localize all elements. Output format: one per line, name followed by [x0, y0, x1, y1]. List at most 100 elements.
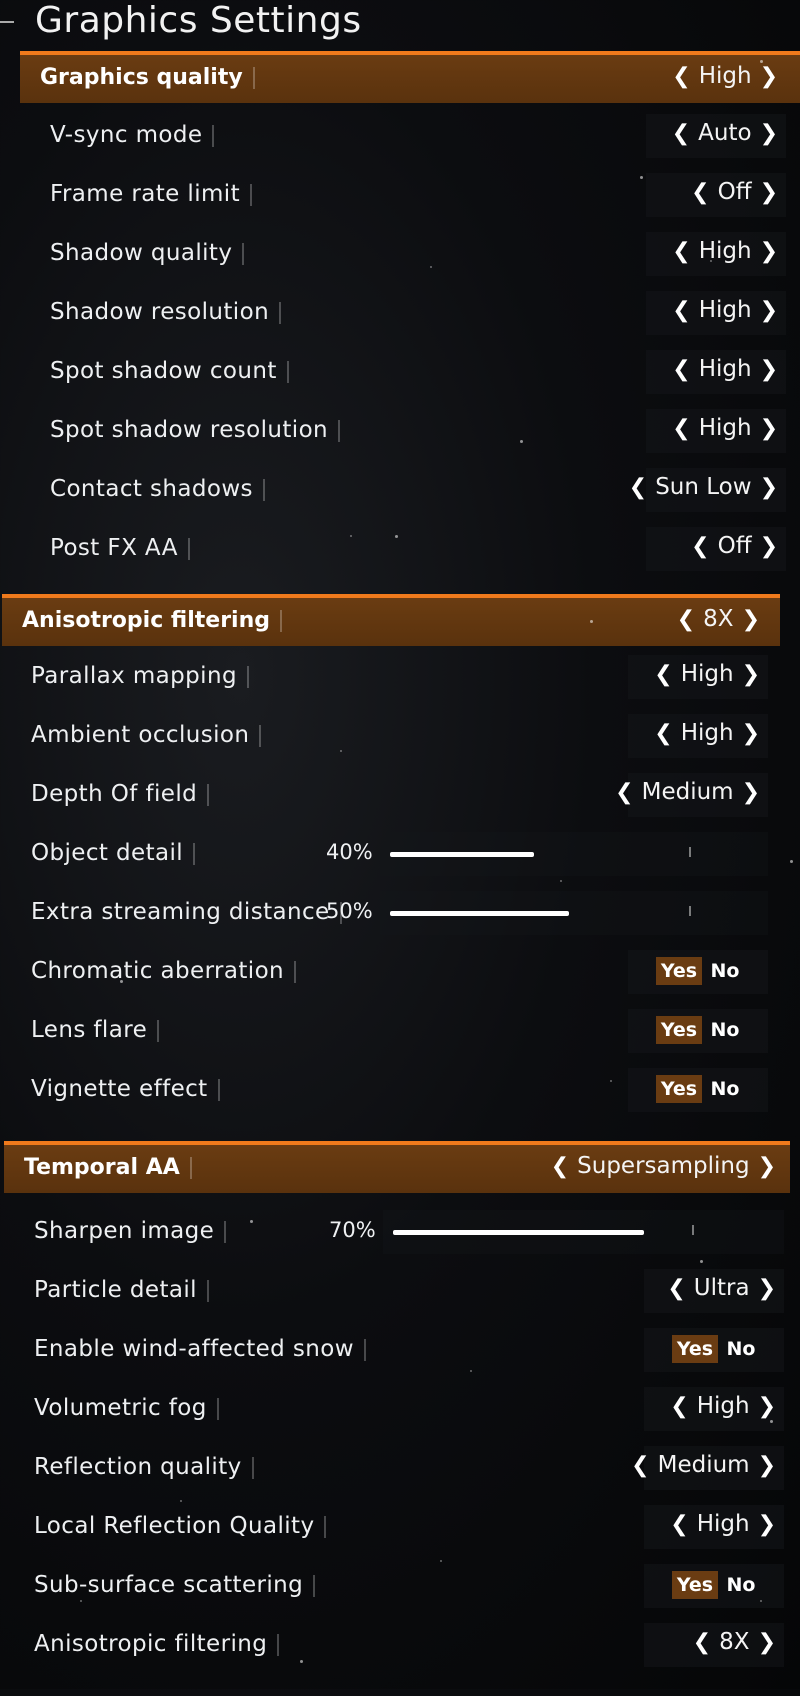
- setting-row[interactable]: Vignette effect Yes No: [2, 1068, 780, 1112]
- setting-row[interactable]: V-sync mode ❮ Auto ❯: [20, 114, 800, 158]
- chevron-right-icon[interactable]: ❯: [760, 180, 778, 205]
- chevron-left-icon[interactable]: ❮: [631, 1453, 649, 1478]
- yes-no-toggle[interactable]: Yes No: [656, 1016, 748, 1044]
- chevron-right-icon[interactable]: ❯: [760, 534, 778, 559]
- chevron-left-icon[interactable]: ❮: [693, 1630, 711, 1655]
- chevron-right-icon[interactable]: ❯: [760, 239, 778, 264]
- setting-row[interactable]: Parallax mapping ❮ High ❯: [2, 655, 780, 699]
- setting-row[interactable]: Spot shadow count ❮ High ❯: [20, 350, 800, 394]
- setting-row[interactable]: Frame rate limit ❮ Off ❯: [20, 173, 800, 217]
- setting-row[interactable]: Chromatic aberration Yes No: [2, 950, 780, 994]
- chevron-left-icon[interactable]: ❮: [672, 298, 690, 323]
- toggle-no[interactable]: No: [718, 1335, 764, 1363]
- toggle-yes[interactable]: Yes: [672, 1571, 718, 1599]
- chevron-right-icon[interactable]: ❯: [742, 780, 760, 805]
- option-selector[interactable]: ❮ Ultra ❯: [667, 1275, 776, 1301]
- option-selector[interactable]: ❮ 8X ❯: [693, 1629, 776, 1655]
- toggle-no[interactable]: No: [702, 1016, 748, 1044]
- chevron-left-icon[interactable]: ❮: [672, 121, 690, 146]
- option-selector[interactable]: ❮ High ❯: [672, 63, 778, 89]
- setting-row[interactable]: Enable wind-affected snow Yes No: [4, 1328, 790, 1372]
- chevron-right-icon[interactable]: ❯: [758, 1154, 776, 1179]
- setting-row[interactable]: Anisotropic filtering ❮ 8X ❯: [4, 1623, 790, 1667]
- chevron-left-icon[interactable]: ❮: [654, 721, 672, 746]
- yes-no-toggle[interactable]: Yes No: [656, 1075, 748, 1103]
- option-selector[interactable]: ❮ Medium ❯: [631, 1452, 776, 1478]
- setting-row[interactable]: Shadow quality ❮ High ❯: [20, 232, 800, 276]
- option-selector[interactable]: ❮ Medium ❯: [615, 779, 760, 805]
- option-selector[interactable]: ❮ High ❯: [654, 661, 760, 687]
- chevron-left-icon[interactable]: ❮: [629, 475, 647, 500]
- chevron-left-icon[interactable]: ❮: [670, 1394, 688, 1419]
- option-selector[interactable]: ❮ High ❯: [672, 415, 778, 441]
- option-selector[interactable]: ❮ High ❯: [672, 356, 778, 382]
- setting-row[interactable]: Particle detail ❮ Ultra ❯: [4, 1269, 790, 1313]
- chevron-right-icon[interactable]: ❯: [760, 416, 778, 441]
- section-header[interactable]: Temporal AA ❮ Supersampling ❯: [4, 1141, 790, 1193]
- option-selector[interactable]: ❮ High ❯: [654, 720, 760, 746]
- section-header[interactable]: Anisotropic filtering ❮ 8X ❯: [2, 594, 780, 646]
- chevron-right-icon[interactable]: ❯: [760, 357, 778, 382]
- section-header[interactable]: Graphics quality ❮ High ❯: [20, 51, 800, 103]
- toggle-yes[interactable]: Yes: [656, 1016, 702, 1044]
- chevron-right-icon[interactable]: ❯: [742, 662, 760, 687]
- chevron-right-icon[interactable]: ❯: [758, 1630, 776, 1655]
- yes-no-toggle[interactable]: Yes No: [672, 1335, 764, 1363]
- setting-row[interactable]: Depth Of field ❮ Medium ❯: [2, 773, 780, 817]
- slider-fill[interactable]: [390, 852, 534, 857]
- option-selector[interactable]: ❮ Sun Low ❯: [629, 474, 778, 500]
- option-selector[interactable]: ❮ Off ❯: [691, 533, 778, 559]
- chevron-left-icon[interactable]: ❮: [551, 1154, 569, 1179]
- chevron-right-icon[interactable]: ❯: [758, 1394, 776, 1419]
- toggle-no[interactable]: No: [702, 1075, 748, 1103]
- chevron-right-icon[interactable]: ❯: [758, 1276, 776, 1301]
- setting-row[interactable]: Post FX AA ❮ Off ❯: [20, 527, 800, 571]
- option-selector[interactable]: ❮ Off ❯: [691, 179, 778, 205]
- setting-row[interactable]: Extra streaming distance 50%: [2, 891, 780, 935]
- chevron-right-icon[interactable]: ❯: [760, 64, 778, 89]
- chevron-left-icon[interactable]: ❮: [691, 534, 709, 559]
- yes-no-toggle[interactable]: Yes No: [672, 1571, 764, 1599]
- toggle-no[interactable]: No: [702, 957, 748, 985]
- setting-row[interactable]: Contact shadows ❮ Sun Low ❯: [20, 468, 800, 512]
- setting-row[interactable]: Shadow resolution ❮ High ❯: [20, 291, 800, 335]
- chevron-right-icon[interactable]: ❯: [760, 121, 778, 146]
- chevron-left-icon[interactable]: ❮: [667, 1276, 685, 1301]
- setting-row[interactable]: Object detail 40%: [2, 832, 780, 876]
- option-selector[interactable]: ❮ High ❯: [670, 1511, 776, 1537]
- chevron-right-icon[interactable]: ❯: [742, 721, 760, 746]
- setting-row[interactable]: Sub-surface scattering Yes No: [4, 1564, 790, 1608]
- chevron-left-icon[interactable]: ❮: [654, 662, 672, 687]
- chevron-left-icon[interactable]: ❮: [670, 1512, 688, 1537]
- yes-no-toggle[interactable]: Yes No: [656, 957, 748, 985]
- toggle-yes[interactable]: Yes: [672, 1335, 718, 1363]
- chevron-left-icon[interactable]: ❮: [672, 357, 690, 382]
- option-selector[interactable]: ❮ High ❯: [672, 238, 778, 264]
- setting-row[interactable]: Lens flare Yes No: [2, 1009, 780, 1053]
- setting-row[interactable]: Ambient occlusion ❮ High ❯: [2, 714, 780, 758]
- chevron-left-icon[interactable]: ❮: [691, 180, 709, 205]
- setting-row[interactable]: Sharpen image 70%: [4, 1210, 790, 1254]
- chevron-right-icon[interactable]: ❯: [758, 1512, 776, 1537]
- option-selector[interactable]: ❮ High ❯: [670, 1393, 776, 1419]
- toggle-no[interactable]: No: [718, 1571, 764, 1599]
- chevron-left-icon[interactable]: ❮: [677, 607, 695, 632]
- toggle-yes[interactable]: Yes: [656, 1075, 702, 1103]
- option-selector[interactable]: ❮ High ❯: [672, 297, 778, 323]
- chevron-right-icon[interactable]: ❯: [758, 1453, 776, 1478]
- chevron-left-icon[interactable]: ❮: [672, 239, 690, 264]
- chevron-left-icon[interactable]: ❮: [672, 416, 690, 441]
- chevron-right-icon[interactable]: ❯: [760, 475, 778, 500]
- option-selector[interactable]: ❮ 8X ❯: [677, 606, 760, 632]
- setting-row[interactable]: Spot shadow resolution ❮ High ❯: [20, 409, 800, 453]
- setting-row[interactable]: Local Reflection Quality ❮ High ❯: [4, 1505, 790, 1549]
- chevron-right-icon[interactable]: ❯: [760, 298, 778, 323]
- toggle-yes[interactable]: Yes: [656, 957, 702, 985]
- setting-row[interactable]: Reflection quality ❮ Medium ❯: [4, 1446, 790, 1490]
- option-selector[interactable]: ❮ Supersampling ❯: [551, 1153, 776, 1179]
- slider-fill[interactable]: [390, 911, 569, 916]
- option-selector[interactable]: ❮ Auto ❯: [672, 120, 778, 146]
- slider-fill[interactable]: [393, 1230, 644, 1235]
- setting-row[interactable]: Volumetric fog ❮ High ❯: [4, 1387, 790, 1431]
- chevron-left-icon[interactable]: ❮: [672, 64, 690, 89]
